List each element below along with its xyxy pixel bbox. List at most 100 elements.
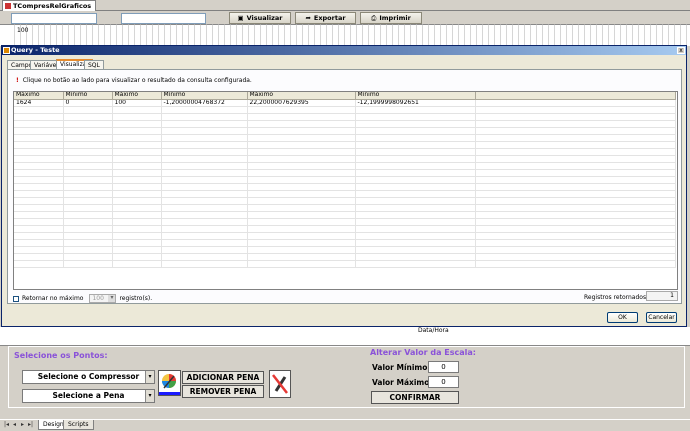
- registros-label: registro(s).: [119, 295, 153, 302]
- empty-table-row: [14, 120, 676, 128]
- grid-cell: [63, 190, 113, 198]
- grid-cell: [112, 253, 162, 261]
- column-header[interactable]: Mínimo: [63, 92, 113, 100]
- grid-cell: [355, 127, 476, 135]
- visualizar-button[interactable]: ▣ Visualizar: [229, 12, 291, 24]
- grid-cell: [112, 169, 162, 177]
- max-value-label: Valor Máximo:: [372, 378, 433, 387]
- grid-cell: [14, 141, 64, 149]
- grid-cell: [112, 155, 162, 163]
- grid-cell: [161, 183, 248, 191]
- grid-cell: [475, 218, 676, 226]
- column-header[interactable]: Mínimo: [161, 92, 248, 100]
- remove-pen-icon-button[interactable]: [269, 370, 291, 398]
- grid-cell: [475, 134, 676, 142]
- grid-cell: 1624: [14, 99, 64, 107]
- report-band: [0, 327, 690, 346]
- grid-cell: [63, 183, 113, 191]
- grid-cell: [14, 134, 64, 142]
- chevron-down-icon: ▾: [145, 390, 154, 402]
- column-header-empty: [475, 92, 676, 100]
- exportar-button[interactable]: ➦ Exportar: [295, 12, 356, 24]
- grid-cell: [14, 204, 64, 212]
- grid-cell: [161, 239, 248, 247]
- grid-cell: [14, 211, 64, 219]
- grid-cell: [161, 253, 248, 261]
- column-header[interactable]: Mínimo: [355, 92, 476, 100]
- max-value-input[interactable]: 0: [428, 376, 459, 388]
- toolbar-input-1[interactable]: [11, 13, 97, 24]
- grid-cell: [14, 225, 64, 233]
- grid-cell: [14, 232, 64, 240]
- grid-cell: [161, 204, 248, 212]
- grid-cell: [63, 127, 113, 135]
- confirm-button[interactable]: CONFIRMAR: [371, 391, 459, 404]
- grid-cell: [355, 176, 476, 184]
- grid-cell: [355, 239, 476, 247]
- query-dialog: Query - Teste x Campos Variáveis Visuali…: [1, 45, 687, 327]
- grid-cell: [63, 176, 113, 184]
- pena-select[interactable]: Selecione a Pena ▾: [22, 389, 155, 403]
- document-tab[interactable]: TCompresRelGraficos: [2, 0, 97, 11]
- grid-cell: [475, 169, 676, 177]
- empty-table-row: [14, 197, 676, 205]
- grid-cell: [14, 218, 64, 226]
- grid-cell: [475, 99, 676, 107]
- table-row[interactable]: 1624 0 100 -1,20000004768372 22,20000076…: [14, 99, 676, 107]
- ok-button[interactable]: OK: [607, 312, 638, 323]
- grid-cell: [475, 225, 676, 233]
- grid-cell: [247, 169, 356, 177]
- dialog-title-bar[interactable]: Query - Teste: [2, 46, 686, 55]
- grid-cell: [247, 127, 356, 135]
- grid-cell: [475, 197, 676, 205]
- grid-cell: [112, 127, 162, 135]
- ruler-label: 100: [17, 27, 29, 34]
- tab-scripts[interactable]: Scripts: [63, 420, 94, 430]
- empty-table-row: [14, 162, 676, 170]
- nav-next-icon[interactable]: ▸: [21, 421, 24, 428]
- column-header[interactable]: Máximo: [247, 92, 356, 100]
- grid-cell: [355, 260, 476, 268]
- grid-cell: [112, 141, 162, 149]
- cancel-button[interactable]: Cancelar: [646, 312, 677, 323]
- nav-first-icon[interactable]: |◂: [4, 421, 9, 428]
- remove-pen-button[interactable]: REMOVER PENA: [182, 385, 264, 398]
- preview-icon: ▣: [237, 14, 244, 22]
- grid-cell: [14, 162, 64, 170]
- grid-cell: [63, 148, 113, 156]
- imprimir-button[interactable]: ⎙ Imprimir: [360, 12, 422, 24]
- max-records-select[interactable]: 100 ▾: [89, 294, 117, 303]
- grid-cell: [475, 176, 676, 184]
- results-grid[interactable]: Máximo Mínimo Máximo Mínimo Máximo Mínim…: [13, 91, 678, 290]
- column-header[interactable]: Máximo: [112, 92, 162, 100]
- nav-prev-icon[interactable]: ◂: [13, 421, 16, 428]
- grid-cell: -12,1999998092651: [355, 99, 476, 107]
- grid-cell: [63, 239, 113, 247]
- min-value-label: Valor Mínimo:: [372, 363, 431, 372]
- toolbar-input-2[interactable]: [121, 13, 206, 24]
- empty-table-row: [14, 211, 676, 219]
- data-hora-label: Data/Hora: [418, 327, 449, 334]
- color-palette-button[interactable]: [158, 370, 181, 396]
- min-value-input[interactable]: 0: [428, 361, 459, 373]
- grid-cell: [14, 148, 64, 156]
- compressor-select[interactable]: Selecione o Compressor ▾: [22, 370, 155, 384]
- grid-cell: [475, 162, 676, 170]
- add-pen-button[interactable]: ADICIONAR PENA: [182, 371, 264, 384]
- grid-cell: [14, 176, 64, 184]
- grid-cell: [63, 253, 113, 261]
- grid-cell: [63, 106, 113, 114]
- grid-cell: [14, 155, 64, 163]
- grid-cell: [355, 225, 476, 233]
- grid-cell: [63, 120, 113, 128]
- ruler: [14, 24, 690, 46]
- nav-last-icon[interactable]: ▸|: [28, 421, 33, 428]
- column-header[interactable]: Máximo: [14, 92, 64, 100]
- close-icon[interactable]: x: [677, 47, 685, 54]
- retornar-label: Retornar no máximo: [22, 295, 84, 302]
- grid-cell: [161, 190, 248, 198]
- retornar-checkbox[interactable]: [13, 295, 19, 302]
- grid-cell: [475, 260, 676, 268]
- grid-cell: [475, 120, 676, 128]
- grid-cell: [247, 106, 356, 114]
